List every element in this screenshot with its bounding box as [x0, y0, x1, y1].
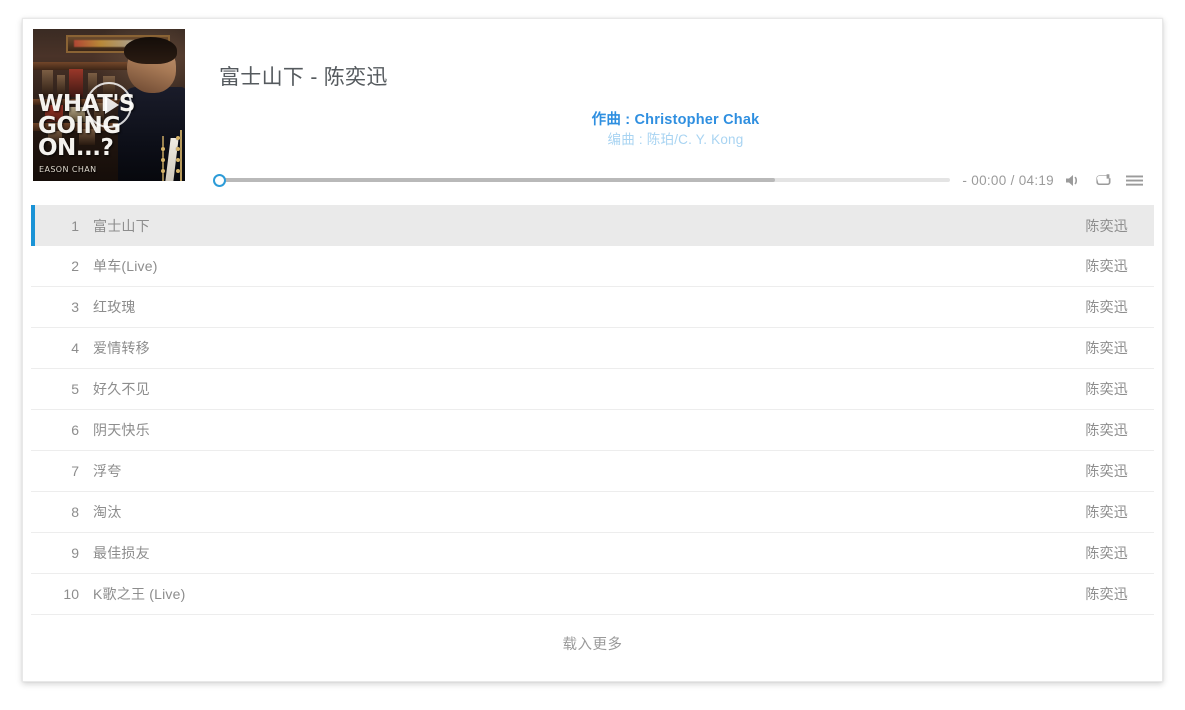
cover-person-hair [124, 36, 178, 64]
player-header: WHAT'S GOING ON...? EASON CHAN 富士山下 - 陈奕… [23, 19, 1162, 188]
track-artist: 陈奕迅 [1085, 299, 1128, 315]
time-display: - 00:00 / 04:19 [962, 172, 1054, 188]
track-artist: 陈奕迅 [1085, 545, 1128, 561]
track-index: 1 [71, 217, 79, 234]
track-name: 浮夸 [93, 463, 122, 479]
track-index: 8 [71, 504, 79, 520]
arranger-line: 编曲 : 陈珀/C. Y. Kong [607, 132, 744, 147]
track-name: 最佳损友 [93, 545, 150, 561]
table-row[interactable]: 6 阴天快乐 陈奕迅 [31, 410, 1154, 451]
song-metadata: 作曲 : Christopher Chak 编曲 : 陈珀/C. Y. Kong [219, 111, 1132, 149]
table-row[interactable]: 2 单车(Live) 陈奕迅 [31, 246, 1154, 287]
playlist-icon[interactable] [1125, 173, 1144, 188]
progress-slider[interactable] [209, 172, 951, 188]
track-artist: 陈奕迅 [1085, 217, 1128, 234]
track-artist: 陈奕迅 [1085, 463, 1128, 479]
track-index: 2 [71, 258, 79, 274]
progress-buffered [219, 178, 776, 182]
cover-person-button [160, 169, 165, 174]
table-row[interactable]: 3 红玫瑰 陈奕迅 [31, 287, 1154, 328]
track-index: 9 [71, 545, 79, 561]
track-artist: 陈奕迅 [1085, 340, 1128, 356]
track-name: 阴天快乐 [93, 422, 150, 438]
track-name: 淘汰 [93, 504, 122, 520]
table-row[interactable]: 4 爱情转移 陈奕迅 [31, 328, 1154, 369]
volume-icon[interactable] [1065, 173, 1082, 188]
progress-handle[interactable] [213, 173, 226, 187]
music-player-card: WHAT'S GOING ON...? EASON CHAN 富士山下 - 陈奕… [22, 18, 1163, 682]
album-cover[interactable]: WHAT'S GOING ON...? EASON CHAN [33, 29, 185, 181]
track-index: 6 [71, 422, 79, 438]
repeat-icon[interactable] [1095, 173, 1112, 188]
track-name: 爱情转移 [93, 340, 150, 356]
track-index: 3 [71, 299, 79, 315]
table-row[interactable]: 7 浮夸 陈奕迅 [31, 451, 1154, 492]
track-index: 5 [71, 381, 79, 397]
load-more-button[interactable]: 载入更多 [31, 615, 1154, 671]
track-artist: 陈奕迅 [1085, 504, 1128, 520]
track-name: 单车(Live) [93, 258, 158, 274]
play-triangle-icon [104, 96, 119, 114]
table-row[interactable]: 1 富士山下 陈奕迅 [31, 205, 1154, 246]
track-index: 4 [71, 340, 79, 356]
track-artist: 陈奕迅 [1085, 381, 1128, 397]
cover-artist-credit: EASON CHAN [39, 165, 97, 174]
track-index: 7 [71, 463, 79, 479]
table-row[interactable]: 10 K歌之王 (Live) 陈奕迅 [31, 574, 1154, 615]
player-controls: - 00:00 / 04:19 [209, 163, 1148, 197]
now-playing-indicator [31, 205, 35, 246]
page-title: 富士山下 - 陈奕迅 [219, 66, 388, 89]
table-row[interactable]: 9 最佳损友 陈奕迅 [31, 533, 1154, 574]
track-name: 富士山下 [93, 217, 150, 234]
track-index: 10 [63, 586, 79, 602]
track-name: 红玫瑰 [93, 299, 136, 315]
control-icon-group [1065, 173, 1144, 188]
track-name: 好久不见 [93, 381, 150, 397]
track-artist: 陈奕迅 [1085, 586, 1128, 602]
track-artist: 陈奕迅 [1085, 258, 1128, 274]
track-list: 1 富士山下 陈奕迅 2 单车(Live) 陈奕迅 3 红玫瑰 陈奕迅 4 爱情… [31, 205, 1154, 681]
track-name: K歌之王 (Live) [93, 586, 186, 602]
play-icon[interactable] [86, 82, 132, 128]
table-row[interactable]: 8 淘汰 陈奕迅 [31, 492, 1154, 533]
track-artist: 陈奕迅 [1085, 422, 1128, 438]
composer-line: 作曲 : Christopher Chak [591, 112, 760, 128]
table-row[interactable]: 5 好久不见 陈奕迅 [31, 369, 1154, 410]
